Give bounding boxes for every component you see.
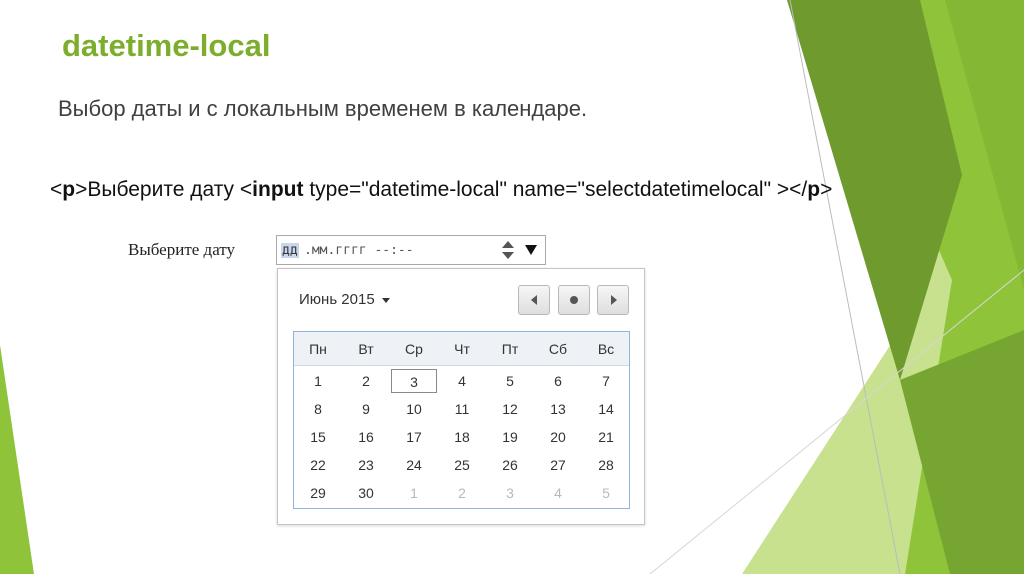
next-month-button[interactable] [597, 285, 629, 315]
code-text: >Выберите дату < [75, 178, 253, 201]
calendar-day[interactable]: 2 [438, 481, 486, 505]
calendar-popup: Июнь 2015 Пн Вт Ср Чт Пт Сб Вс 1 2 3 4 5 6 7 8 9 10 11 12… [277, 268, 645, 525]
spin-up-icon[interactable] [502, 241, 514, 248]
calendar-day[interactable]: 21 [582, 425, 630, 449]
calendar-day[interactable]: 27 [534, 453, 582, 477]
calendar-day[interactable]: 22 [294, 453, 342, 477]
code-input-tag: input [252, 178, 304, 201]
calendar-day[interactable]: 6 [534, 369, 582, 393]
calendar-day[interactable]: 5 [486, 369, 534, 393]
calendar-day[interactable]: 19 [486, 425, 534, 449]
caret-down-icon [381, 297, 390, 303]
calendar-day[interactable]: 11 [438, 397, 486, 421]
calendar-day[interactable]: 15 [294, 425, 342, 449]
calendar-day[interactable]: 7 [582, 369, 630, 393]
slide-title: datetime-local [62, 28, 271, 63]
previous-month-button[interactable] [518, 285, 550, 315]
calendar-day[interactable]: 9 [342, 397, 390, 421]
weekday-label: Вс [597, 341, 615, 357]
calendar-day[interactable]: 3 [391, 369, 437, 393]
dropdown-arrow-icon[interactable] [525, 245, 537, 255]
calendar-day[interactable]: 26 [486, 453, 534, 477]
calendar-grid: Пн Вт Ср Чт Пт Сб Вс 1 2 3 4 5 6 7 8 9 10 11 12 13 14 15 16 17… [293, 331, 630, 509]
calendar-day[interactable]: 20 [534, 425, 582, 449]
calendar-day[interactable]: 28 [582, 453, 630, 477]
up-down-spinner-icon[interactable] [500, 239, 516, 261]
weekday-label: Вт [358, 341, 374, 357]
calendar-day[interactable]: 10 [390, 397, 438, 421]
code-p-open: p [62, 178, 76, 201]
dot-icon [570, 296, 578, 304]
calendar-day[interactable]: 4 [534, 481, 582, 505]
chevron-left-icon [531, 295, 537, 305]
calendar-day[interactable]: 8 [294, 397, 342, 421]
demo-label: Выберите дату [128, 240, 236, 259]
calendar-day[interactable]: 1 [294, 369, 342, 393]
code-attrs: type="datetime-local" name="selectdateti… [303, 178, 808, 201]
chevron-right-icon [611, 295, 617, 305]
code-p-close: p [807, 178, 821, 201]
datetime-local-input[interactable]: дд .мм.гггг --:-- [276, 235, 546, 265]
weekday-label: Ср [405, 341, 423, 357]
month-year-label: Июнь 2015 [299, 291, 375, 308]
weekday-header: Пн Вт Ср Чт Пт Сб Вс [294, 332, 629, 366]
calendar-day[interactable]: 29 [294, 481, 342, 505]
calendar-day[interactable]: 12 [486, 397, 534, 421]
calendar-day[interactable]: 23 [342, 453, 390, 477]
weekday-label: Чт [454, 341, 470, 357]
weekday-label: Пт [501, 341, 519, 357]
month-year-select[interactable]: Июнь 2015 [299, 291, 390, 308]
day-segment[interactable]: дд [281, 243, 299, 258]
calendar-day[interactable]: 16 [342, 425, 390, 449]
code-lt: < [50, 178, 63, 201]
weekday-label: Сб [548, 341, 568, 357]
calendar-day[interactable]: 5 [582, 481, 630, 505]
calendar-day[interactable]: 1 [390, 481, 438, 505]
today-button[interactable] [558, 285, 590, 315]
calendar-day[interactable]: 4 [438, 369, 486, 393]
left-green-triangle [0, 345, 34, 574]
slide-subtitle: Выбор даты и с локальным временем в кале… [58, 96, 588, 121]
calendar-day[interactable]: 18 [438, 425, 486, 449]
date-time-placeholder[interactable]: .мм.гггг --:-- [304, 243, 414, 258]
code-gt: > [820, 178, 833, 201]
code-example: <p>Выберите дату <input type="datetime-l… [50, 178, 832, 202]
calendar-day[interactable]: 24 [390, 453, 438, 477]
spin-down-icon[interactable] [502, 252, 514, 259]
calendar-day[interactable]: 3 [486, 481, 534, 505]
calendar-day[interactable]: 2 [342, 369, 390, 393]
calendar-day[interactable]: 30 [342, 481, 390, 505]
weekday-label: Пн [309, 341, 327, 357]
calendar-day[interactable]: 13 [534, 397, 582, 421]
calendar-day[interactable]: 25 [438, 453, 486, 477]
calendar-day[interactable]: 14 [582, 397, 630, 421]
calendar-day[interactable]: 17 [390, 425, 438, 449]
